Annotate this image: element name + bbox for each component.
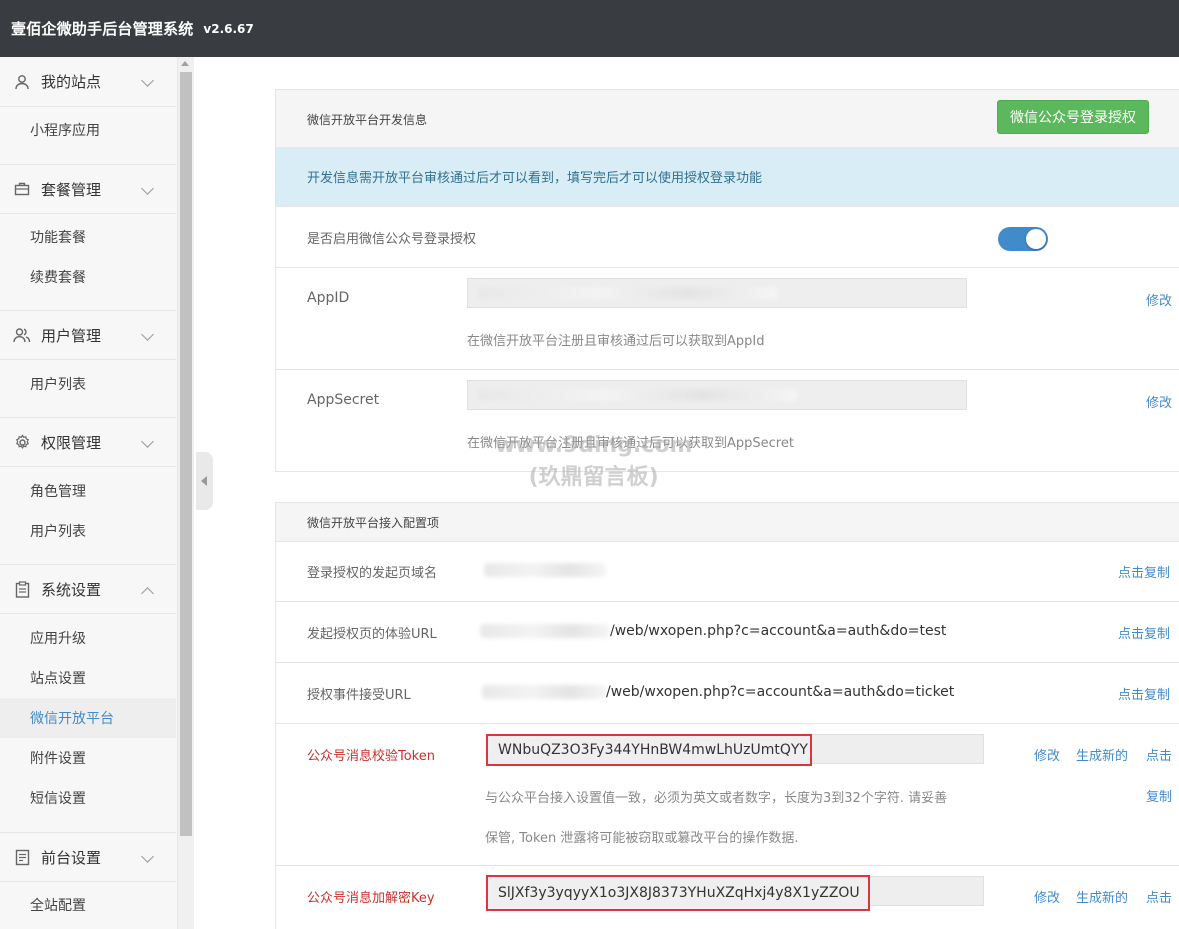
redacted-value [478, 287, 778, 299]
edit-token-link[interactable]: 修改 [1034, 745, 1060, 764]
chevron-down-icon [141, 435, 154, 448]
toggle-row: 是否启用微信公众号登录授权 [276, 207, 1179, 268]
token-help-line2: 保管, Token 泄露将可能被窃取或篡改平台的操作数据. [485, 831, 799, 846]
test-url-value: /web/wxopen.php?c=account&a=auth&do=test [610, 623, 947, 639]
toggle-label: 是否启用微信公众号登录授权 [307, 232, 477, 247]
user-icon [13, 73, 31, 91]
ticket-url-row: 授权事件接受URL /web/wxopen.php?c=account&a=au… [276, 663, 1179, 724]
copy-ticket-url-link[interactable]: 点击复制 [1118, 684, 1170, 703]
wechat-login-auth-button[interactable]: 微信公众号登录授权 [997, 100, 1149, 134]
enable-login-auth-toggle[interactable] [998, 227, 1048, 251]
sidebar-section-label: 前台设置 [41, 848, 102, 867]
clipboard-icon [13, 580, 31, 598]
copy-domain-link[interactable]: 点击复制 [1118, 562, 1170, 581]
redacted-value [482, 685, 606, 699]
sidebar-item-user-list-2[interactable]: 用户列表 [0, 511, 176, 551]
appid-field[interactable] [467, 278, 967, 308]
sidebar-item-renew-package[interactable]: 续费套餐 [0, 257, 176, 297]
sidebar-section-users[interactable]: 用户管理 [0, 310, 176, 360]
ticket-url-value: /web/wxopen.php?c=account&a=auth&do=tick… [606, 684, 955, 700]
panel-title: 微信开放平台接入配置项 [276, 503, 1179, 542]
scroll-up-icon[interactable] [181, 61, 189, 66]
sidebar-item-miniprogram[interactable]: 小程序应用 [0, 110, 176, 150]
users-icon [13, 326, 31, 344]
top-bar: 壹佰企微助手后台管理系统 v2.6.67 [0, 0, 1179, 57]
edit-appid-link[interactable]: 修改 [1146, 290, 1172, 309]
appsecret-help: 在微信开放平台注册且审核通过后可以获取到AppSecret [467, 436, 794, 451]
sidebar-section-label: 套餐管理 [41, 180, 102, 199]
aes-key-input[interactable]: SlJXf3y3yqyyX1o3JX8J8373YHuXZqHxj4y8X1yZ… [486, 875, 870, 911]
info-alert: 开发信息需开放平台审核通过后才可以看到，填写完后才可以使用授权登录功能 [276, 147, 1179, 207]
appid-label: AppID [307, 290, 350, 306]
sidebar-item-wechat-open-platform[interactable]: 微信开放平台 [0, 698, 176, 738]
edit-appsecret-link[interactable]: 修改 [1146, 392, 1172, 411]
sidebar-section-label: 我的站点 [41, 73, 102, 91]
gear-icon [13, 433, 31, 451]
redacted-value [480, 624, 610, 638]
ticket-url-label: 授权事件接受URL [307, 688, 411, 703]
appsecret-field[interactable] [467, 380, 967, 410]
edit-aes-key-link[interactable]: 修改 [1034, 887, 1060, 906]
document-icon [13, 848, 31, 866]
panel-title-text: 微信开放平台接入配置项 [307, 515, 440, 530]
chevron-down-icon [141, 328, 154, 341]
aes-key-row: 公众号消息加解密Key SlJXf3y3yqyyX1o3JX8J8373YHuX… [276, 866, 1179, 929]
sidebar-section-label: 权限管理 [41, 433, 102, 452]
copy-token-link-2[interactable]: 复制 [1146, 786, 1172, 805]
sidebar-section-package[interactable]: 套餐管理 [0, 164, 176, 214]
domain-row: 登录授权的发起页域名 点击复制 [276, 541, 1179, 602]
briefcase-icon [13, 180, 31, 198]
test-url-row: 发起授权页的体验URL /web/wxopen.php?c=account&a=… [276, 602, 1179, 663]
sidebar-item-site-config[interactable]: 全站配置 [0, 885, 176, 925]
appsecret-row: AppSecret 在微信开放平台注册且审核通过后可以获取到AppSecret … [276, 370, 1179, 472]
app-title: 壹佰企微助手后台管理系统 [11, 20, 194, 38]
token-row: 公众号消息校验Token WNbuQZ3O3Fy344YHnBW4mwLhUzU… [276, 724, 1179, 866]
sidebar-section-system-settings[interactable]: 系统设置 [0, 564, 176, 614]
sidebar-section-label: 系统设置 [41, 580, 102, 599]
sidebar-item-app-upgrade[interactable]: 应用升级 [0, 618, 176, 658]
appsecret-label: AppSecret [307, 392, 380, 408]
test-url-label: 发起授权页的体验URL [307, 627, 437, 642]
sidebar-item-user-list[interactable]: 用户列表 [0, 364, 176, 404]
chevron-down-icon [141, 182, 154, 195]
generate-aes-key-link[interactable]: 生成新的 [1076, 887, 1128, 906]
sidebar-section-permissions[interactable]: 权限管理 [0, 417, 176, 467]
sidebar-item-feature-package[interactable]: 功能套餐 [0, 217, 176, 257]
sidebar-section-frontend-settings[interactable]: 前台设置 [0, 832, 176, 882]
generate-token-link[interactable]: 生成新的 [1076, 745, 1128, 764]
token-help-line1: 与公众平台接入设置值一致，必须为英文或者数字，长度为3到32个字符. 请妥善 [485, 791, 948, 806]
sidebar-section-label: 用户管理 [41, 326, 102, 345]
appid-row: AppID 在微信开放平台注册且审核通过后可以获取到AppId 修改 [276, 268, 1179, 370]
sidebar-item-site-settings[interactable]: 站点设置 [0, 658, 176, 698]
app-version: v2.6.67 [203, 21, 254, 36]
token-label: 公众号消息校验Token [307, 749, 435, 764]
sidebar-item-role-management[interactable]: 角色管理 [0, 471, 176, 511]
sidebar-section-my-site[interactable]: 我的站点 [0, 57, 176, 107]
sidebar-scrollbar-thumb[interactable] [180, 72, 192, 836]
redacted-value [484, 563, 606, 577]
domain-label: 登录授权的发起页域名 [307, 566, 438, 581]
redacted-value [478, 389, 798, 401]
sidebar-item-attachment-settings[interactable]: 附件设置 [0, 738, 176, 778]
copy-aes-key-link[interactable]: 点击 [1146, 887, 1172, 906]
appid-help: 在微信开放平台注册且审核通过后可以获取到AppId [467, 334, 765, 349]
copy-test-url-link[interactable]: 点击复制 [1118, 623, 1170, 642]
aes-key-label: 公众号消息加解密Key [307, 891, 435, 906]
sidebar-item-sms-settings[interactable]: 短信设置 [0, 778, 176, 818]
token-input[interactable]: WNbuQZ3O3Fy344YHnBW4mwLhUzUmtQYY [486, 734, 812, 766]
sidebar-collapse-button[interactable] [196, 452, 213, 510]
chevron-down-icon [141, 74, 154, 87]
panel-title-text: 微信开放平台开发信息 [307, 113, 428, 127]
chevron-down-icon [141, 850, 154, 863]
copy-token-link[interactable]: 点击 [1146, 745, 1172, 764]
sidebar: 我的站点 小程序应用 套餐管理 功能套餐 续费套餐 用户管理 用户列表 权限管理… [0, 57, 178, 929]
chevron-up-icon [141, 587, 154, 600]
